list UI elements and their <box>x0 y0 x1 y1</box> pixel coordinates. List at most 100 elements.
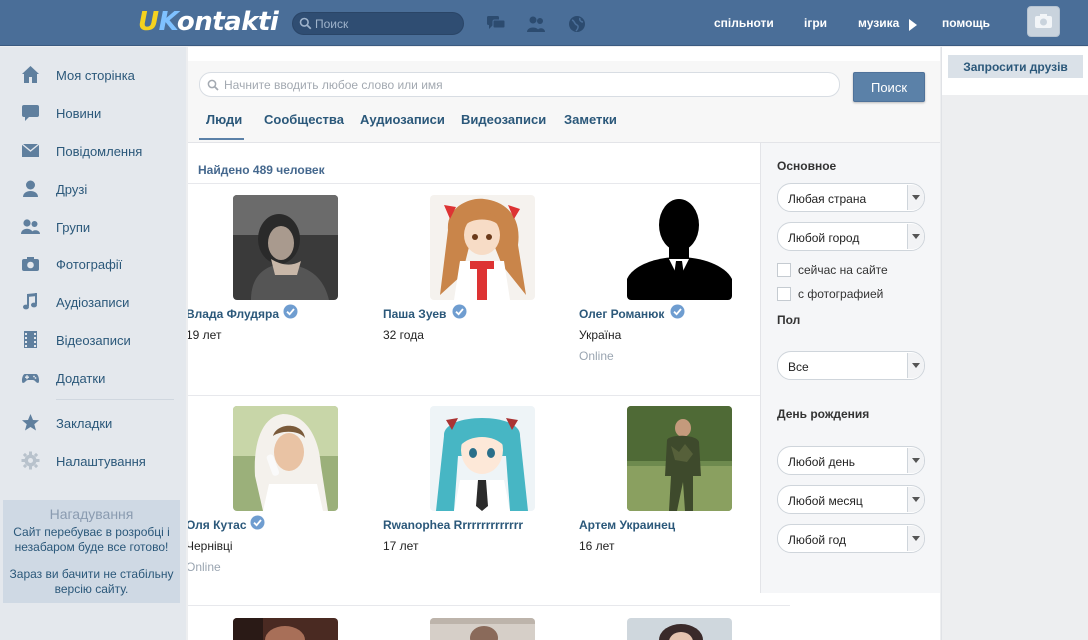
birth-year-select[interactable]: Любой год <box>777 524 925 553</box>
person-avatar[interactable] <box>233 406 338 511</box>
invite-friends-button[interactable]: Запросити друзів <box>948 55 1083 78</box>
sidebar-item-news[interactable]: Новини <box>0 98 186 128</box>
verified-icon <box>452 304 467 319</box>
tab-audio[interactable]: Аудиозаписи <box>360 112 445 127</box>
left-sidebar: Моя сторінка Новини Повідомлення Друзі Г… <box>0 47 186 640</box>
sidebar-item-label: Повідомлення <box>56 144 143 159</box>
person-avatar[interactable] <box>627 618 732 640</box>
sidebar-item-audio[interactable]: Аудіозаписи <box>0 287 186 317</box>
sidebar-item-label: Новини <box>56 106 102 121</box>
chevron-down-icon <box>907 487 924 512</box>
person-name[interactable]: Rwanophea Rrrrrrrrrrrrrr <box>383 518 523 532</box>
sidebar-item-photos[interactable]: Фотографії <box>0 249 186 279</box>
person-card[interactable]: Влада Флудяра 19 лет <box>188 195 368 395</box>
sidebar-item-apps[interactable]: Додатки <box>0 363 186 393</box>
people-search-box[interactable] <box>199 72 840 97</box>
country-select[interactable]: Любая страна <box>777 183 925 212</box>
top-search-box[interactable] <box>292 12 464 35</box>
nav-music-link[interactable]: музика <box>858 16 899 30</box>
right-column: Запросити друзів <box>941 47 1088 640</box>
people-search-input[interactable] <box>224 77 824 93</box>
gear-icon <box>21 451 40 470</box>
nav-games-link[interactable]: ігри <box>804 16 827 30</box>
online-status: Online <box>579 349 614 363</box>
person-avatar[interactable] <box>430 618 535 640</box>
star-icon <box>22 414 39 431</box>
results-divider <box>188 183 760 184</box>
person-name[interactable]: Артем Украинец <box>579 518 675 532</box>
sidebar-item-label: Фотографії <box>56 257 123 272</box>
person-card[interactable]: Оля Кутас Чернівці Online <box>188 406 368 606</box>
tab-notes[interactable]: Заметки <box>564 112 617 127</box>
sidebar-item-settings[interactable]: Налаштування <box>0 446 186 476</box>
chevron-down-icon <box>907 448 924 473</box>
tab-video[interactable]: Видеозаписи <box>461 112 546 127</box>
search-header: Поиск Люди Сообщества Аудиозаписи Видеоз… <box>188 61 940 143</box>
search-icon <box>207 79 219 91</box>
person-age: 17 лет <box>383 539 419 553</box>
main-content: Поиск Люди Сообщества Аудиозаписи Видеоз… <box>188 47 940 640</box>
person-avatar[interactable] <box>430 406 535 511</box>
nav-communities-link[interactable]: спільноти <box>714 16 774 30</box>
person-avatar[interactable] <box>233 195 338 300</box>
results-count: Найдено 489 человек <box>198 163 325 177</box>
camera-icon[interactable] <box>1027 6 1060 37</box>
globe-icon[interactable] <box>568 15 586 33</box>
friends-icon[interactable] <box>526 15 546 33</box>
site-logo[interactable]: UKontakti <box>138 7 279 37</box>
person-avatar[interactable] <box>627 195 732 300</box>
music-note-icon <box>23 293 37 310</box>
verified-icon <box>283 304 298 319</box>
sidebar-item-label: Налаштування <box>56 454 146 469</box>
sidebar-item-video[interactable]: Відеозаписи <box>0 325 186 355</box>
person-avatar[interactable] <box>233 618 338 640</box>
person-avatar[interactable] <box>627 406 732 511</box>
sex-select[interactable]: Все <box>777 351 925 380</box>
city-select[interactable]: Любой город <box>777 222 925 251</box>
person-name[interactable]: Олег Романюк <box>579 307 664 321</box>
birth-month-select[interactable]: Любой месяц <box>777 485 925 514</box>
chevron-down-icon <box>907 526 924 551</box>
messages-icon <box>21 143 40 157</box>
top-bar: UKontakti спільноти ігри музика помощь <box>0 0 1088 46</box>
person-name[interactable]: Оля Кутас <box>188 518 247 532</box>
sidebar-item-label: Групи <box>56 220 91 235</box>
person-avatar[interactable] <box>430 195 535 300</box>
sidebar-item-label: Друзі <box>56 182 88 197</box>
verified-icon <box>670 304 685 319</box>
sidebar-item-messages[interactable]: Повідомлення <box>0 136 186 166</box>
sidebar-item-label: Додатки <box>56 371 106 386</box>
person-age: 19 лет <box>188 328 222 342</box>
gamepad-icon <box>21 374 40 383</box>
right-top-panel: Запросити друзів <box>942 47 1088 95</box>
person-card[interactable]: Олег Романюк Україна Online <box>579 195 761 395</box>
sidebar-item-label: Аудіозаписи <box>56 295 130 310</box>
reminder-box: Нагадування Сайт перебуває в розробці і … <box>3 500 180 603</box>
sidebar-item-friends[interactable]: Друзі <box>0 174 186 204</box>
person-card[interactable]: Артем Украинец 16 лет <box>579 406 761 606</box>
play-icon[interactable] <box>909 19 917 31</box>
chevron-down-icon <box>907 353 924 378</box>
sidebar-item-my-page[interactable]: Моя сторінка <box>0 60 186 90</box>
person-name[interactable]: Влада Флудяра <box>188 307 279 321</box>
sidebar-item-groups[interactable]: Групи <box>0 212 186 242</box>
filter-heading-birthday: День рождения <box>777 407 870 421</box>
search-button[interactable]: Поиск <box>853 72 925 102</box>
reminder-text: Зараз ви бачити не стабільну версію сайт… <box>9 567 174 596</box>
sidebar-item-bookmarks[interactable]: Закладки <box>0 408 186 438</box>
person-location: Чернівці <box>188 539 233 553</box>
person-card[interactable]: Паша Зуев 32 года <box>383 195 565 395</box>
news-icon <box>22 105 39 121</box>
filter-heading-sex: Пол <box>777 313 801 327</box>
reminder-text: Сайт перебуває в розробці і незабаром бу… <box>13 525 170 554</box>
person-name[interactable]: Паша Зуев <box>383 307 446 321</box>
chat-icon[interactable] <box>486 15 506 33</box>
tab-people[interactable]: Люди <box>206 112 242 127</box>
sidebar-item-label: Закладки <box>56 416 113 431</box>
verified-icon <box>250 515 265 530</box>
tab-communities[interactable]: Сообщества <box>264 112 344 127</box>
top-search-input[interactable] <box>315 15 455 32</box>
birth-day-select[interactable]: Любой день <box>777 446 925 475</box>
nav-help-link[interactable]: помощь <box>942 16 990 30</box>
person-card[interactable]: Rwanophea Rrrrrrrrrrrrrr 17 лет <box>383 406 565 606</box>
